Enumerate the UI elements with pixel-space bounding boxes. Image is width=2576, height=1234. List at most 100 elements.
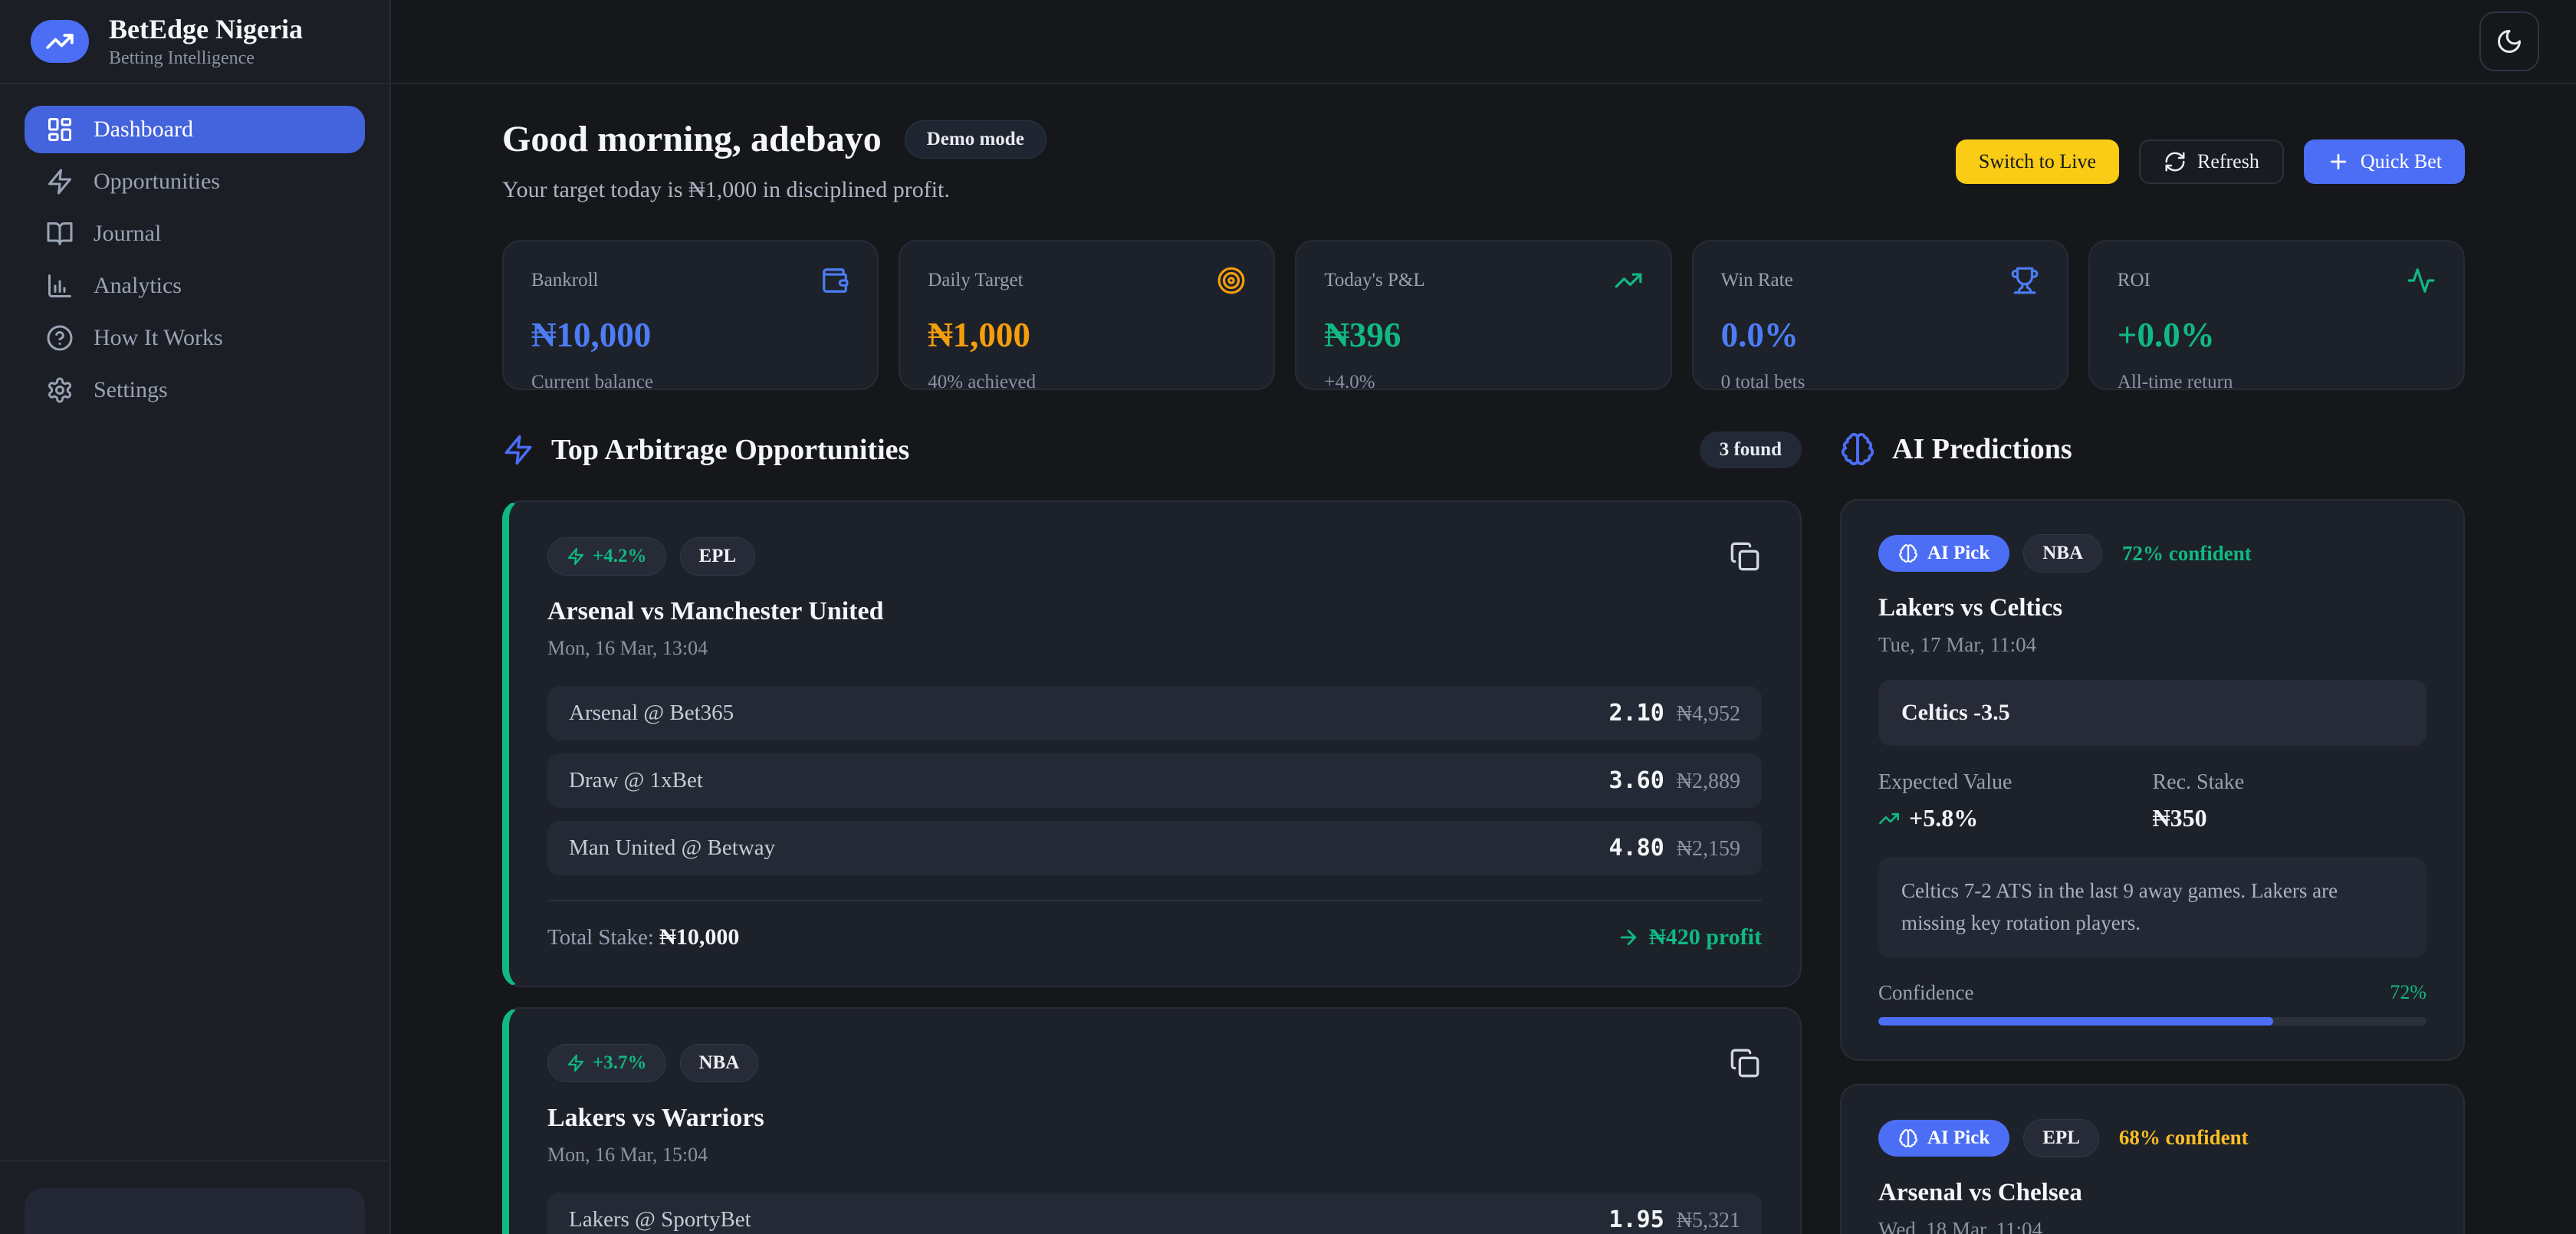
leg-label: Draw @ 1xBet [569, 768, 703, 793]
bet-legs: Lakers @ SportyBet 1.95 ₦5,321 [547, 1193, 1762, 1234]
league-badge: NBA [680, 1044, 759, 1082]
header-actions: Switch to Live Refresh Quick Bet [1956, 139, 2465, 184]
app-root: BetEdge Nigeria Betting Intelligence Das… [0, 0, 2576, 1234]
sidebar-item-settings[interactable]: Settings [25, 366, 365, 414]
pick-box: Celtics -3.5 [1878, 680, 2426, 746]
page-title: Good morning, adebayo [502, 118, 882, 160]
insight-text: Celtics 7-2 ATS in the last 9 away games… [1901, 875, 2404, 940]
ai-prediction-card[interactable]: AI Pick EPL 68% confident Arsenal vs Che… [1840, 1084, 2465, 1234]
ai-predictions-column: AI Predictions AI Pick NBA [1840, 432, 2465, 1234]
main-area: Good morning, adebayo Demo mode Your tar… [391, 0, 2576, 1234]
edge-value: +3.7% [593, 1052, 647, 1074]
bet-leg-row: Lakers @ SportyBet 1.95 ₦5,321 [547, 1193, 1762, 1234]
lightning-icon [567, 547, 585, 566]
demo-mode-badge: Demo mode [905, 120, 1046, 159]
arbitrage-section-head: Top Arbitrage Opportunities 3 found [502, 432, 1802, 468]
sidebar-item-label: Opportunities [94, 169, 220, 195]
sidebar-item-how-it-works[interactable]: How It Works [25, 314, 365, 362]
arbitrage-column: Top Arbitrage Opportunities 3 found +4.2… [502, 432, 1802, 1234]
stat-card-daily-target: Daily Target ₦1,000 40% achieved [899, 240, 1275, 390]
topbar [391, 0, 2576, 84]
ai-prediction-card[interactable]: AI Pick NBA 72% confident Lakers vs Celt… [1840, 499, 2465, 1061]
arbitrage-card[interactable]: +4.2% EPL Arsenal vs Manchester United M… [502, 500, 1802, 987]
match-datetime: Wed, 18 Mar, 11:04 [1878, 1218, 2426, 1234]
sidebar-footer [0, 1160, 389, 1234]
switch-to-live-button[interactable]: Switch to Live [1956, 139, 2119, 184]
stat-card-roi: ROI +0.0% All-time return [2088, 240, 2465, 390]
stat-label: Bankroll [531, 270, 599, 291]
leg-odds: 2.10 [1609, 700, 1664, 727]
sidebar-nav: Dashboard Opportunities Journal Analytic… [0, 84, 389, 435]
stat-value: ₦396 [1324, 315, 1642, 355]
stats-row: Bankroll ₦10,000 Current balance Daily T… [502, 240, 2465, 390]
stat-sub: All-time return [2118, 372, 2436, 393]
confidence-row: Confidence 72% [1878, 981, 2426, 1005]
stat-sub: +4.0% [1324, 372, 1642, 393]
help-circle-icon [46, 324, 74, 352]
brand-title: BetEdge Nigeria [109, 14, 303, 45]
target-icon [1217, 266, 1246, 295]
leg-label: Man United @ Betway [569, 835, 775, 861]
match-datetime: Mon, 16 Mar, 13:04 [547, 637, 1762, 660]
sidebar-item-analytics[interactable]: Analytics [25, 262, 365, 310]
bar-chart-icon [46, 272, 74, 300]
copy-icon [1730, 541, 1760, 572]
leg-stake: ₦5,321 [1677, 1209, 1740, 1233]
match-title: Lakers vs Warriors [547, 1104, 1762, 1133]
refresh-button[interactable]: Refresh [2139, 139, 2284, 184]
arb-badge-row: +3.7% NBA [547, 1044, 1762, 1082]
profit-indicator: ₦420 profit [1617, 924, 1762, 950]
rec-stake-value: ₦350 [2153, 804, 2207, 832]
copy-button[interactable] [1728, 540, 1762, 573]
expected-value-label: Expected Value [1878, 770, 2153, 795]
match-title: Arsenal vs Chelsea [1878, 1179, 2426, 1207]
stat-label: ROI [2118, 270, 2150, 291]
gear-icon [46, 376, 74, 404]
ai-section-title: AI Predictions [1892, 432, 2072, 466]
theme-toggle-button[interactable] [2479, 11, 2539, 71]
confidence-bar-fill [1878, 1017, 2273, 1026]
activity-icon [2407, 266, 2436, 295]
lightning-icon [46, 168, 74, 195]
sidebar-item-dashboard[interactable]: Dashboard [25, 106, 365, 153]
rec-stake-block: Rec. Stake ₦350 [2153, 770, 2427, 832]
stat-value: ₦10,000 [531, 315, 849, 355]
brain-icon [1898, 1128, 1918, 1148]
sidebar-item-journal[interactable]: Journal [25, 210, 365, 258]
copy-button[interactable] [1728, 1046, 1762, 1080]
leg-stake: ₦4,952 [1677, 702, 1740, 727]
edge-value: +4.2% [593, 546, 647, 567]
brand-logo [31, 20, 89, 63]
trophy-icon [2010, 266, 2039, 295]
league-badge: EPL [2023, 1119, 2099, 1157]
sidebar-item-label: Settings [94, 377, 168, 403]
refresh-icon [2164, 150, 2187, 173]
dashboard-content: Good morning, adebayo Demo mode Your tar… [391, 84, 2576, 1234]
ai-pick-badge: AI Pick [1878, 1120, 2009, 1157]
match-title: Lakers vs Celtics [1878, 594, 2426, 622]
insight-box: Celtics 7-2 ATS in the last 9 away games… [1878, 857, 2426, 958]
sidebar-footer-card-partial [25, 1188, 365, 1234]
stat-card-bankroll: Bankroll ₦10,000 Current balance [502, 240, 879, 390]
sidebar-item-opportunities[interactable]: Opportunities [25, 158, 365, 205]
confidence-bar [1878, 1017, 2426, 1026]
card-divider [547, 900, 1762, 901]
edge-badge: +4.2% [547, 537, 666, 576]
bet-leg-row: Arsenal @ Bet365 2.10 ₦4,952 [547, 686, 1762, 740]
profit-value: ₦420 profit [1649, 924, 1762, 950]
ai-pick-badge: AI Pick [1878, 535, 2009, 572]
league-badge: EPL [680, 537, 756, 576]
sidebar-footer-divider [0, 1160, 389, 1162]
match-datetime: Tue, 17 Mar, 11:04 [1878, 633, 2426, 657]
lightning-icon [502, 434, 534, 466]
leg-label: Lakers @ SportyBet [569, 1207, 751, 1232]
dashboard-columns: Top Arbitrage Opportunities 3 found +4.2… [502, 432, 2465, 1234]
trending-up-icon [45, 27, 74, 56]
moon-icon [2496, 28, 2523, 55]
stat-label: Today's P&L [1324, 270, 1424, 291]
page-head-left: Good morning, adebayo Demo mode Your tar… [502, 118, 1046, 203]
total-stake: Total Stake: ₦10,000 [547, 924, 739, 950]
arbitrage-card[interactable]: +3.7% NBA Lakers vs Warriors Mon, 16 Mar… [502, 1007, 1802, 1234]
sidebar-item-label: Dashboard [94, 117, 193, 143]
quick-bet-button[interactable]: Quick Bet [2304, 139, 2465, 184]
